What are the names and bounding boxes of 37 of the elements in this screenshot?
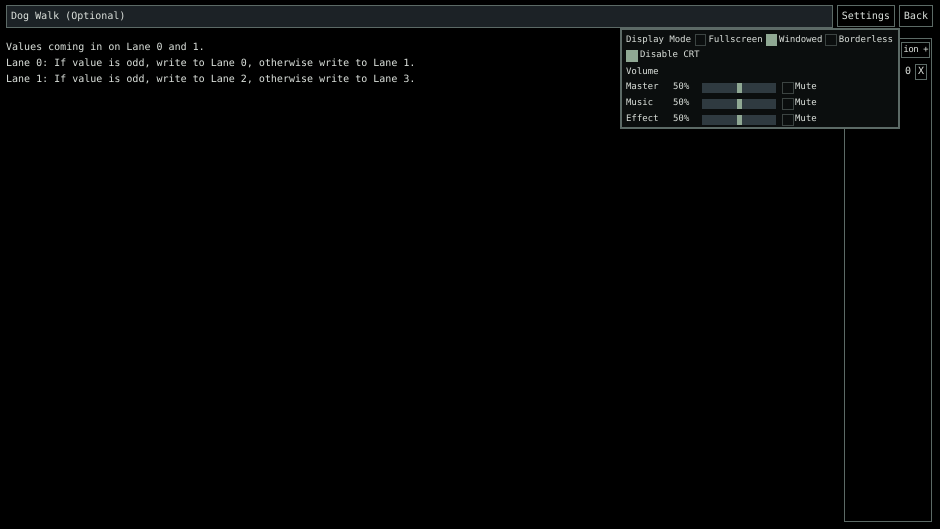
option-label: Borderless: [838, 34, 893, 47]
slider-track[interactable]: [702, 82, 776, 93]
checkbox[interactable]: [782, 82, 794, 94]
radio-box[interactable]: [825, 34, 837, 46]
volume-name: Music: [626, 97, 654, 110]
volume-label: Volume: [626, 66, 660, 79]
checkbox-label: Mute: [795, 97, 817, 110]
add-button[interactable]: ion +: [901, 42, 930, 58]
volume-reading: 50%: [673, 97, 690, 110]
description-line: Values coming in on Lane 0 and 1.: [6, 42, 205, 54]
option-label: Windowed: [779, 34, 822, 47]
slider-track[interactable]: [702, 114, 776, 125]
description-line: Lane 0: If value is odd, write to Lane 0, otherwise write to Lane 1.: [6, 58, 416, 70]
remove-button[interactable]: X: [914, 64, 927, 80]
slider-thumb[interactable]: [736, 98, 742, 109]
checkbox-label: Mute: [795, 81, 817, 94]
slider-thumb[interactable]: [736, 82, 742, 93]
checkbox[interactable]: [782, 98, 794, 110]
radio-box[interactable]: [766, 34, 778, 46]
volume-reading: 50%: [673, 112, 690, 126]
back-button[interactable]: Back: [898, 5, 933, 27]
checkbox[interactable]: [626, 50, 638, 62]
description-line: Lane 1: If value is odd, write to Lane 2, otherwise write to Lane 3.: [6, 74, 416, 86]
title-field[interactable]: Dog Walk (Optional): [6, 5, 833, 28]
value-text: 0: [904, 65, 911, 79]
display-mode-label: Display Mode: [626, 34, 692, 47]
volume-name: Master: [626, 81, 660, 94]
checkbox[interactable]: [782, 114, 794, 126]
slider-thumb[interactable]: [736, 114, 742, 125]
option-label: Fullscreen: [708, 34, 763, 47]
volume-name: Effect: [626, 112, 660, 126]
volume-reading: 50%: [673, 81, 690, 94]
settings-button[interactable]: Settings: [836, 5, 895, 27]
checkbox-label: Mute: [795, 112, 817, 126]
slider-track[interactable]: [702, 98, 776, 109]
checkbox-label: Disable CRT: [640, 49, 700, 62]
radio-box[interactable]: [695, 34, 706, 46]
